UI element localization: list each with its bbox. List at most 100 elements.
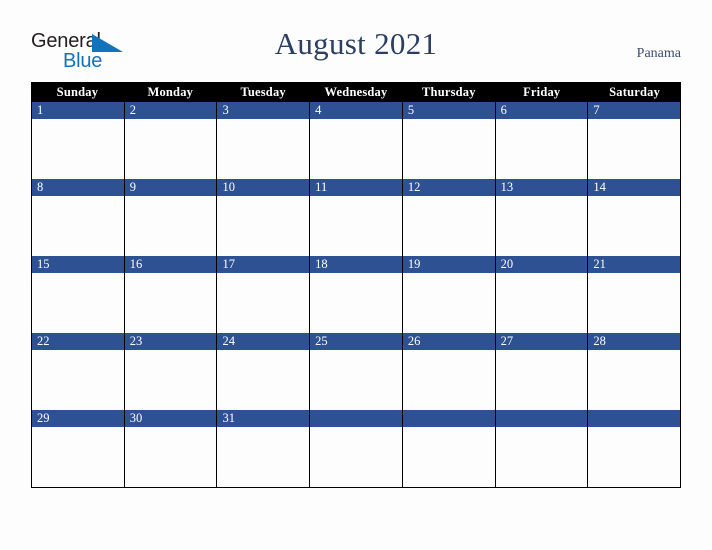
day-number: 29 bbox=[32, 410, 124, 427]
day-cell[interactable]: 8 bbox=[32, 179, 125, 256]
day-events-area[interactable] bbox=[495, 119, 588, 179]
day-events-area[interactable] bbox=[217, 196, 310, 256]
day-cell[interactable]: 17 bbox=[217, 256, 311, 333]
day-number: 20 bbox=[495, 256, 588, 273]
day-cell[interactable]: 26 bbox=[402, 333, 496, 410]
day-cell[interactable]: 1 bbox=[32, 102, 125, 179]
weekday-wednesday: Wednesday bbox=[324, 85, 388, 99]
day-number: 11 bbox=[310, 179, 402, 196]
day-events-area[interactable] bbox=[32, 196, 124, 256]
day-number: 14 bbox=[588, 179, 681, 196]
day-events-area[interactable] bbox=[310, 350, 402, 410]
day-cell[interactable]: 18 bbox=[310, 256, 403, 333]
day-events-area[interactable] bbox=[495, 350, 588, 410]
day-number: 24 bbox=[217, 333, 310, 350]
day-cell[interactable]: 23 bbox=[124, 333, 218, 410]
day-number bbox=[310, 410, 402, 427]
day-cell[interactable]: 13 bbox=[495, 179, 589, 256]
day-events-area[interactable] bbox=[124, 196, 217, 256]
day-cell[interactable]: 6 bbox=[495, 102, 589, 179]
day-events-area[interactable] bbox=[32, 119, 124, 179]
day-events-area[interactable] bbox=[495, 427, 588, 487]
day-cell[interactable]: 25 bbox=[310, 333, 403, 410]
day-cell[interactable]: 28 bbox=[588, 333, 682, 410]
day-events-area[interactable] bbox=[310, 196, 402, 256]
day-cell[interactable]: 15 bbox=[32, 256, 125, 333]
day-events-area[interactable] bbox=[402, 427, 495, 487]
day-events-area[interactable] bbox=[32, 350, 124, 410]
day-cell[interactable]: 30 bbox=[124, 410, 218, 487]
day-events-area[interactable] bbox=[217, 427, 310, 487]
day-number: 27 bbox=[495, 333, 588, 350]
day-events-area[interactable] bbox=[32, 427, 124, 487]
day-events-area[interactable] bbox=[495, 273, 588, 333]
day-number: 25 bbox=[310, 333, 402, 350]
day-cell[interactable]: 9 bbox=[124, 179, 218, 256]
day-events-area[interactable] bbox=[495, 196, 588, 256]
day-cell[interactable]: 3 bbox=[217, 102, 311, 179]
day-cell[interactable]: 12 bbox=[402, 179, 496, 256]
calendar-week-row: 22 23 24 25 26 27 28 bbox=[32, 333, 682, 410]
day-number bbox=[402, 410, 495, 427]
day-events-area[interactable] bbox=[124, 350, 217, 410]
weekday-saturday: Saturday bbox=[609, 85, 661, 99]
day-cell[interactable]: 31 bbox=[217, 410, 311, 487]
day-events-area[interactable] bbox=[588, 427, 681, 487]
day-number: 9 bbox=[124, 179, 217, 196]
day-events-area[interactable] bbox=[32, 273, 124, 333]
day-number: 23 bbox=[124, 333, 217, 350]
calendar-week-row: 8 9 10 11 12 13 14 bbox=[32, 179, 682, 256]
weekday-thursday: Thursday bbox=[422, 85, 476, 99]
day-cell[interactable]: 22 bbox=[32, 333, 125, 410]
day-cell[interactable]: 11 bbox=[310, 179, 403, 256]
day-cell[interactable]: 7 bbox=[588, 102, 682, 179]
day-events-area[interactable] bbox=[310, 273, 402, 333]
day-number: 6 bbox=[495, 102, 588, 119]
day-events-area[interactable] bbox=[588, 196, 681, 256]
day-events-area[interactable] bbox=[217, 273, 310, 333]
day-events-area[interactable] bbox=[402, 273, 495, 333]
day-cell[interactable] bbox=[495, 410, 589, 487]
day-number bbox=[495, 410, 588, 427]
day-cell[interactable]: 24 bbox=[217, 333, 311, 410]
day-events-area[interactable] bbox=[588, 273, 681, 333]
weekday-tuesday: Tuesday bbox=[240, 85, 286, 99]
day-cell[interactable] bbox=[402, 410, 496, 487]
calendar-week-row: 1 2 3 4 5 6 7 bbox=[32, 102, 682, 179]
day-cell[interactable]: 16 bbox=[124, 256, 218, 333]
day-cell[interactable]: 27 bbox=[495, 333, 589, 410]
day-events-area[interactable] bbox=[588, 119, 681, 179]
day-number: 18 bbox=[310, 256, 402, 273]
day-number: 31 bbox=[217, 410, 310, 427]
calendar-weeks: 1 2 3 4 5 6 7 8 9 10 11 12 13 14 15 16 1… bbox=[31, 102, 682, 488]
day-events-area[interactable] bbox=[588, 350, 681, 410]
day-events-area[interactable] bbox=[124, 273, 217, 333]
day-number: 12 bbox=[402, 179, 495, 196]
day-cell[interactable]: 20 bbox=[495, 256, 589, 333]
day-events-area[interactable] bbox=[402, 350, 495, 410]
day-cell[interactable]: 10 bbox=[217, 179, 311, 256]
day-cell[interactable]: 2 bbox=[124, 102, 218, 179]
day-cell[interactable] bbox=[310, 410, 403, 487]
day-number: 26 bbox=[402, 333, 495, 350]
day-events-area[interactable] bbox=[402, 196, 495, 256]
day-cell[interactable]: 29 bbox=[32, 410, 125, 487]
country-label: Panama bbox=[636, 46, 681, 61]
day-cell[interactable] bbox=[588, 410, 682, 487]
day-cell[interactable]: 21 bbox=[588, 256, 682, 333]
day-events-area[interactable] bbox=[402, 119, 495, 179]
day-events-area[interactable] bbox=[124, 119, 217, 179]
page-title: August 2021 bbox=[274, 26, 438, 61]
day-cell[interactable]: 19 bbox=[402, 256, 496, 333]
day-cell[interactable]: 4 bbox=[310, 102, 403, 179]
day-events-area[interactable] bbox=[310, 119, 402, 179]
day-events-area[interactable] bbox=[124, 427, 217, 487]
day-cell[interactable]: 14 bbox=[588, 179, 682, 256]
day-number: 5 bbox=[402, 102, 495, 119]
day-number: 16 bbox=[124, 256, 217, 273]
day-events-area[interactable] bbox=[310, 427, 402, 487]
day-events-area[interactable] bbox=[217, 119, 310, 179]
day-cell[interactable]: 5 bbox=[402, 102, 496, 179]
weekday-friday: Friday bbox=[523, 85, 561, 99]
day-events-area[interactable] bbox=[217, 350, 310, 410]
